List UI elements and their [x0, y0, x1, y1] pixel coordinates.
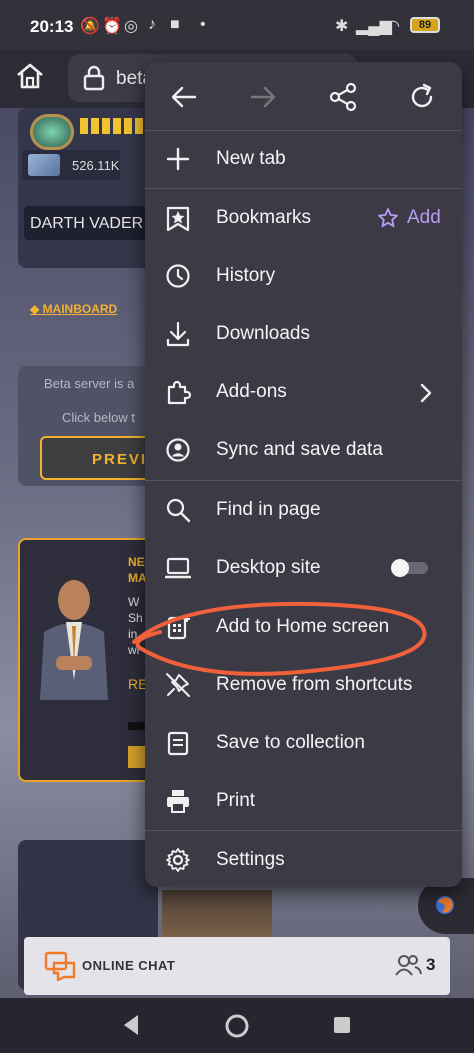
- puzzle-icon: [167, 380, 191, 405]
- menu-item-label: Find in page: [216, 499, 321, 520]
- clock-icon: [166, 264, 190, 288]
- menu-item-new-tab[interactable]: New tab: [145, 131, 462, 187]
- player-name: DARTH VADER: [24, 206, 159, 240]
- weapon-icon: [30, 114, 74, 150]
- beta-card: Beta server is a Click below t PREVI: [18, 366, 160, 486]
- beta-text: Beta server is a: [44, 376, 135, 391]
- back-nav-icon[interactable]: [120, 1013, 142, 1037]
- home-icon[interactable]: [14, 60, 46, 92]
- preview-button[interactable]: PREVI: [40, 436, 160, 480]
- menu-item-label: History: [216, 265, 276, 286]
- wifi-icon: ◠: [386, 18, 400, 35]
- menu-item-print[interactable]: Print: [145, 773, 462, 829]
- menu-item-sync[interactable]: Sync and save data: [145, 422, 462, 478]
- menu-item-bookmarks[interactable]: Bookmarks Add: [145, 190, 462, 246]
- menu-item-label: Remove from shortcuts: [216, 674, 413, 695]
- chat-icon: [44, 951, 76, 981]
- home-nav-icon[interactable]: [224, 1013, 250, 1039]
- recents-nav-icon[interactable]: [332, 1015, 352, 1035]
- menu-item-label: Add to Home screen: [216, 616, 390, 637]
- menu-item-label: Bookmarks: [216, 207, 312, 228]
- news-heading: NE MA: [128, 555, 147, 585]
- search-icon: [166, 498, 191, 523]
- menu-divider: [145, 480, 462, 481]
- menu-item-label: Downloads: [216, 323, 310, 344]
- mainboard-link[interactable]: ◆ MAINBOARD: [30, 302, 117, 316]
- menu-item-find-in-page[interactable]: Find in page: [145, 482, 462, 538]
- mute-icon: 🔕: [80, 18, 100, 35]
- menu-item-history[interactable]: History: [145, 248, 462, 304]
- beta-instruction: Click below t: [62, 410, 135, 425]
- menu-item-save-to-collection[interactable]: Save to collection: [145, 715, 462, 771]
- back-arrow-icon[interactable]: [169, 82, 199, 112]
- online-chat-bar[interactable]: ONLINE CHAT 3: [24, 937, 450, 995]
- menu-divider: [145, 188, 462, 189]
- download-icon: [166, 321, 190, 347]
- menu-divider: [145, 830, 462, 831]
- alarm-icon: ⏰: [102, 18, 122, 35]
- laptop-icon: [165, 557, 191, 579]
- square-icon: ■: [170, 16, 180, 33]
- menu-item-add-ons[interactable]: Add-ons: [145, 364, 462, 420]
- add-bookmark-label: Add: [407, 207, 441, 228]
- unpin-icon: [166, 673, 190, 697]
- online-count: 3: [426, 955, 436, 974]
- lock-icon: [83, 65, 105, 91]
- chat-label: ONLINE CHAT: [82, 958, 176, 973]
- menu-item-label: Settings: [216, 849, 285, 870]
- cash-box: 526.11K: [22, 150, 120, 180]
- menu-item-label: Save to collection: [216, 732, 365, 753]
- menu-item-label: Desktop site: [216, 557, 321, 578]
- menu-item-label: Add-ons: [216, 381, 287, 402]
- bluetooth-icon: ✱: [335, 18, 349, 35]
- gear-icon: [166, 848, 190, 872]
- battery-icon: 89: [410, 17, 440, 33]
- forward-arrow-icon[interactable]: [248, 82, 278, 112]
- star-outline-icon: [378, 208, 398, 228]
- browser-overflow-menu: New tab Bookmarks Add History Downloads …: [145, 62, 462, 887]
- share-icon[interactable]: [328, 82, 358, 112]
- dot-icon: •: [200, 16, 206, 33]
- menu-item-settings[interactable]: Settings: [145, 832, 462, 887]
- menu-item-label: New tab: [216, 148, 286, 169]
- player-card: 526.11K DARTH VADER: [18, 108, 160, 268]
- account-icon: [166, 438, 190, 462]
- menu-item-label: Sync and save data: [216, 439, 383, 460]
- notification-icon: ♪: [148, 16, 156, 33]
- cash-icon: [28, 154, 60, 176]
- firefox-icon: [436, 896, 454, 914]
- system-nav-bar: [0, 998, 474, 1053]
- add-to-home-icon: [167, 616, 190, 640]
- news-card[interactable]: NE MA W Sh in wi RE: [18, 538, 158, 782]
- plus-icon: [166, 147, 190, 171]
- status-time: 20:13: [30, 17, 74, 36]
- menu-item-add-to-home-screen[interactable]: Add to Home screen: [145, 599, 462, 655]
- collection-icon: [167, 731, 189, 756]
- desktop-site-toggle[interactable]: [390, 558, 430, 578]
- chevron-right-icon: [420, 383, 432, 403]
- users-icon: [395, 955, 422, 976]
- star-list-icon: [166, 206, 190, 231]
- menu-item-remove-from-shortcuts[interactable]: Remove from shortcuts: [145, 657, 462, 713]
- character-portrait: [40, 579, 108, 700]
- menu-item-downloads[interactable]: Downloads: [145, 306, 462, 362]
- menu-item-desktop-site[interactable]: Desktop site: [145, 540, 462, 596]
- status-bar: 20:13 🔕 ⏰ ◎ ♪ ■ • ✱ ▂▄▆ ◠ 89: [0, 0, 474, 50]
- menu-toolbar: [145, 62, 462, 130]
- cash-value: 526.11K: [72, 158, 120, 173]
- news-body: W Sh in wi: [128, 595, 143, 657]
- printer-icon: [167, 790, 189, 813]
- reload-icon[interactable]: [407, 82, 437, 112]
- whatsapp-icon: ◎: [124, 18, 138, 35]
- menu-item-label: Print: [216, 790, 256, 811]
